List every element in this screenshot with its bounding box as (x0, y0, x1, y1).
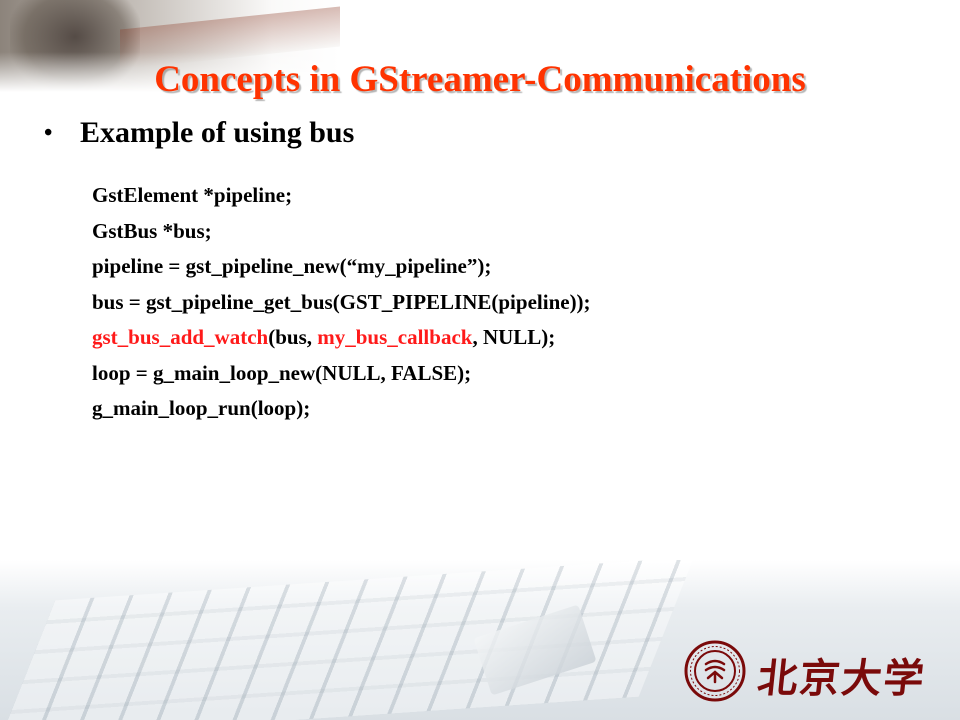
code-line: GstBus *bus; (92, 214, 591, 250)
code-text: pipeline = gst_pipeline_new(“my_pipeline… (92, 254, 492, 278)
code-line: GstElement *pipeline; (92, 178, 591, 214)
code-line: loop = g_main_loop_new(NULL, FALSE); (92, 356, 591, 392)
code-text: GstBus *bus; (92, 218, 212, 243)
code-text: bus = gst_pipeline_get_bus(GST_PIPELINE(… (92, 289, 591, 314)
bullet-text: Example of using bus (80, 116, 355, 149)
code-text: GstElement *pipeline; (92, 183, 293, 207)
slide-title: Concepts in GStreamer-Communications (154, 59, 806, 100)
university-name-calligraphy: 北京大学 (755, 655, 929, 702)
code-text: (bus, (268, 325, 318, 349)
bullet-item: • Example of using bus (44, 116, 354, 150)
code-text: loop = g_main_loop_new(NULL, FALSE); (92, 360, 472, 385)
code-line: pipeline = gst_pipeline_new(“my_pipeline… (92, 249, 591, 285)
bullet-dot-icon: • (44, 119, 53, 146)
code-text: , NULL); (472, 325, 556, 349)
code-line: bus = gst_pipeline_get_bus(GST_PIPELINE(… (92, 285, 591, 321)
code-block: GstElement *pipeline; GstBus *bus; pipelin… (92, 178, 591, 427)
code-highlight: gst_bus_add_watch (92, 325, 269, 349)
code-line: g_main_loop_run(loop); (92, 391, 591, 427)
university-seal-icon (684, 640, 746, 702)
code-highlight: my_bus_callback (317, 325, 473, 349)
code-line: gst_bus_add_watch(bus, my_bus_callback, … (92, 320, 591, 356)
code-text: g_main_loop_run(loop); (92, 396, 311, 420)
